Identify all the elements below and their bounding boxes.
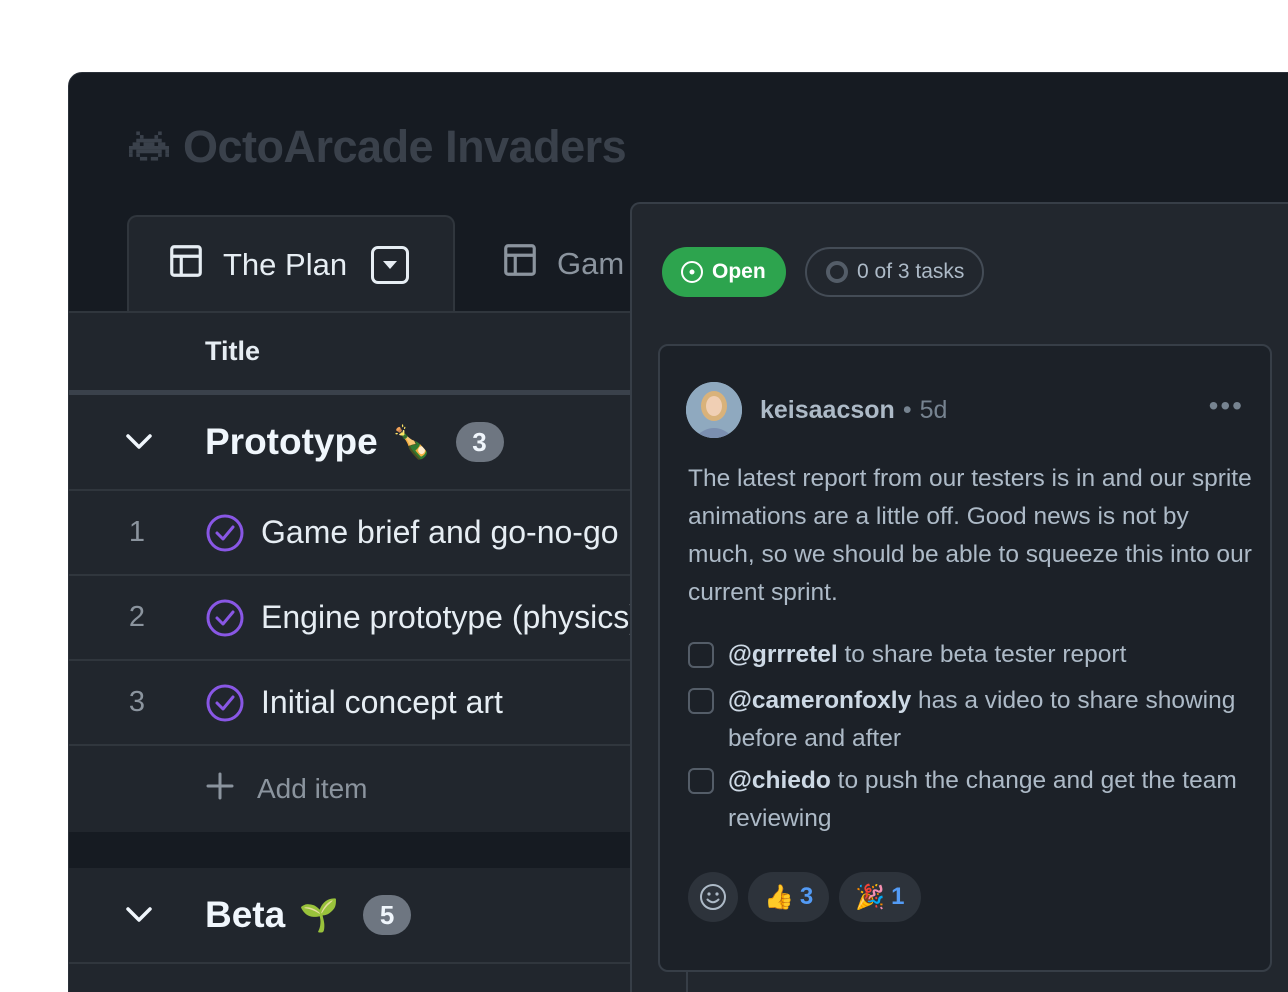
space-invader-icon (129, 121, 169, 173)
row-number: 2 (128, 601, 146, 633)
thumbs-up-icon: 👍 (764, 883, 794, 911)
group-separator (69, 832, 649, 868)
issue-side-panel: Open 0 of 3 tasks keisaacson • 5d ••• Th… (630, 202, 1288, 992)
user-mention[interactable]: @cameronfoxly (728, 687, 911, 714)
task-checkbox[interactable] (688, 642, 714, 668)
table-icon (167, 242, 205, 288)
user-mention[interactable]: @grrretel (728, 641, 838, 668)
chevron-down-icon[interactable] (125, 433, 153, 451)
chevron-down-icon[interactable] (125, 906, 153, 924)
done-status-icon (205, 598, 245, 638)
task-list-item: @chiedo to push the change and get the t… (688, 762, 1258, 838)
group-header-beta[interactable]: Beta 🌱 5 (69, 868, 649, 964)
row-title[interactable]: Game brief and go-no-go (261, 514, 619, 551)
row-title[interactable]: Engine prototype (physics) (261, 599, 640, 636)
table-row[interactable]: 2 Engine prototype (physics) (69, 576, 649, 661)
add-reaction-button[interactable] (688, 872, 738, 922)
row-number: 3 (128, 686, 146, 718)
row-title[interactable]: Initial concept art (261, 684, 503, 721)
comment-author[interactable]: keisaacson (760, 396, 895, 425)
group-name: Beta (205, 894, 286, 935)
comment-header: keisaacson • 5d (760, 396, 947, 425)
timeline-line (686, 972, 688, 992)
reaction-tada[interactable]: 🎉 1 (839, 872, 921, 922)
task-checkbox[interactable] (688, 688, 714, 714)
project-title-text: OctoArcade Invaders (183, 121, 627, 172)
party-popper-icon: 🎉 (855, 883, 886, 911)
tab-label: Gam (557, 246, 625, 281)
seedling-icon: 🌱 (299, 897, 340, 933)
separator-dot: • (902, 396, 912, 424)
done-status-icon (205, 513, 245, 553)
done-status-icon (205, 683, 245, 723)
tab-menu-button[interactable] (371, 246, 410, 284)
group-count-badge: 3 (455, 422, 504, 462)
issue-state-label: Open (712, 260, 766, 283)
table-icon (501, 241, 539, 287)
project-table: Title Prototype 🍾 3 1 Game brief and go-… (69, 311, 649, 992)
group-name: Prototype (205, 421, 378, 462)
group-count-badge: 5 (363, 895, 412, 935)
task-list-item: @cameronfoxly has a video to share showi… (688, 682, 1258, 758)
group-header-prototype[interactable]: Prototype 🍾 3 (69, 395, 649, 491)
avatar[interactable] (686, 382, 742, 438)
table-row[interactable]: 1 Game brief and go-no-go (69, 491, 649, 576)
column-header-label: Title (205, 336, 261, 366)
reaction-count: 1 (891, 883, 905, 910)
reactions-bar: 👍 3 🎉 1 (688, 872, 921, 922)
progress-circle-icon (826, 261, 848, 283)
bottle-icon: 🍾 (391, 424, 432, 460)
triangle-down-icon (383, 261, 398, 269)
task-progress-label: 0 of 3 tasks (857, 260, 965, 283)
task-text: @grrretel to share beta tester report (728, 636, 1126, 674)
tab-the-plan[interactable]: The Plan (127, 215, 455, 313)
row-number: 1 (128, 516, 146, 548)
plus-icon (205, 771, 235, 808)
project-title: OctoArcade Invaders (129, 121, 627, 173)
issue-state-badge: Open (662, 247, 786, 297)
add-item-label: Add item (257, 773, 368, 804)
task-list-item: @grrretel to share beta tester report (688, 636, 1258, 674)
comment-body: The latest report from our testers is in… (688, 465, 1252, 606)
task-progress-badge[interactable]: 0 of 3 tasks (805, 247, 985, 297)
kebab-menu-icon[interactable]: ••• (1209, 392, 1244, 420)
add-item-button[interactable]: Add item (69, 746, 649, 832)
task-checkbox[interactable] (688, 768, 714, 794)
task-text: @cameronfoxly has a video to share showi… (728, 682, 1258, 758)
tab-game[interactable]: Gam (501, 215, 624, 313)
task-text: @chiedo to push the change and get the t… (728, 762, 1258, 838)
comment-age[interactable]: 5d (920, 396, 948, 425)
reaction-thumbs-up[interactable]: 👍 3 (748, 872, 830, 922)
smiley-icon (700, 884, 726, 910)
reaction-count: 3 (799, 883, 814, 910)
column-header-title[interactable]: Title (69, 313, 649, 395)
table-row[interactable]: 3 Initial concept art (69, 661, 649, 746)
user-mention[interactable]: @chiedo (728, 767, 831, 794)
comment-card: keisaacson • 5d ••• The latest report fr… (658, 344, 1272, 972)
tab-label: The Plan (223, 247, 348, 282)
issue-open-icon (681, 261, 703, 283)
task-description: to share beta tester report (837, 641, 1127, 668)
